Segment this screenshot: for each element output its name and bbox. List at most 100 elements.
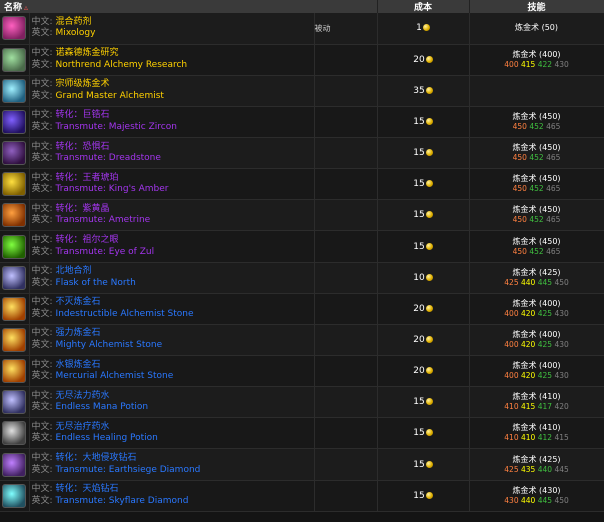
- recipe-cn-name[interactable]: 混合药剂: [56, 17, 92, 27]
- table-row[interactable]: 中文: 转化：紫黄晶 英文: Transmute: Ametrine 15 炼金术 (45…: [0, 199, 604, 232]
- recipe-cn-name[interactable]: 转化：恐惧石: [56, 142, 110, 152]
- alchemist-stone-icon[interactable]: [2, 359, 26, 384]
- skill-level-value: 465: [546, 153, 561, 163]
- row-names-cell: 中文: 无尽法力药水 英文: Endless Mana Potion: [29, 386, 315, 419]
- recipe-en-name[interactable]: Endless Healing Potion: [56, 433, 158, 443]
- skill-level-value: 465: [546, 246, 561, 256]
- row-icon-cell: [0, 293, 30, 325]
- cost-cell: 20: [377, 44, 470, 76]
- table-row[interactable]: 中文: 无尽治疗药水 英文: Endless Healing Potion 15 炼金术 …: [0, 417, 604, 450]
- skill-requirement: 炼金术 (410): [512, 423, 561, 433]
- skill-level-value: 400: [504, 308, 519, 318]
- recipe-cn-name[interactable]: 诺森德炼金研究: [56, 48, 119, 58]
- recipe-cn-name[interactable]: 转化：天焰钻石: [56, 484, 119, 494]
- recipe-table: 名称 ▵ 成本 技能 中文: 混合药剂 英文: Mixology 被动 1 炼金术 (50) 中…: [0, 0, 604, 512]
- table-row[interactable]: 中文: 转化：王者琥珀 英文: Transmute: King's Amber 15 炼金…: [0, 168, 604, 201]
- alchemist-stone-icon[interactable]: [2, 327, 26, 352]
- recipe-cn-name[interactable]: 转化：王者琥珀: [56, 173, 119, 183]
- skill-requirement: 炼金术 (450): [512, 174, 561, 184]
- skill-requirement: 炼金术 (450): [512, 143, 561, 153]
- recipe-en-name[interactable]: Transmute: Dreadstone: [56, 153, 161, 163]
- gold-coin-icon: [425, 117, 433, 125]
- gem-icon[interactable]: [2, 109, 26, 134]
- flask-icon[interactable]: [2, 265, 26, 290]
- recipe-type: 被动: [314, 13, 378, 45]
- recipe-en-name[interactable]: Flask of the North: [56, 278, 136, 288]
- recipe-cn-name[interactable]: 北地合剂: [56, 266, 92, 276]
- table-row[interactable]: 中文: 转化：天焰钻石 英文: Transmute: Skyflare Diamond…: [0, 480, 604, 512]
- cost-cell: 15: [377, 386, 470, 419]
- table-row[interactable]: 中文: 转化：巨锆石 英文: Transmute: Majestic Zircon 15…: [0, 106, 604, 139]
- recipe-en-name[interactable]: Transmute: Skyflare Diamond: [56, 496, 189, 506]
- mana-potion-icon[interactable]: [2, 390, 26, 415]
- recipe-en-name[interactable]: Mixology: [56, 28, 96, 38]
- en-name-line: 英文: Transmute: Skyflare Diamond: [32, 496, 314, 508]
- table-row[interactable]: 中文: 强力炼金石 英文: Mighty Alchemist Stone 20 炼金术 (…: [0, 324, 604, 357]
- recipe-en-name[interactable]: Transmute: Earthsiege Diamond: [56, 465, 201, 475]
- skill-cell: 炼金术 (410) 410 410 412 415: [469, 417, 604, 450]
- cn-name-line: 中文: 转化：天焰钻石: [32, 484, 314, 496]
- recipe-cn-name[interactable]: 强力炼金石: [56, 328, 101, 338]
- recipe-en-name[interactable]: Transmute: Eye of Zul: [56, 247, 155, 257]
- recipe-en-name[interactable]: Transmute: Ametrine: [56, 215, 151, 225]
- table-header-row: 名称 ▵ 成本 技能: [0, 0, 604, 13]
- recipe-cn-name[interactable]: 转化：巨锆石: [56, 110, 110, 120]
- recipe-cn-name[interactable]: 无尽治疗药水: [56, 422, 110, 432]
- recipe-en-name[interactable]: Mighty Alchemist Stone: [56, 340, 163, 350]
- skill-level-value: 425: [504, 464, 519, 474]
- recipe-en-name[interactable]: Transmute: King's Amber: [56, 184, 169, 194]
- recipe-cn-name[interactable]: 不灭炼金石: [56, 297, 101, 307]
- gem-icon[interactable]: [2, 141, 26, 166]
- cost-column-header[interactable]: 成本: [377, 0, 470, 13]
- recipe-en-name[interactable]: Endless Mana Potion: [56, 402, 149, 412]
- cn-prefix-label: 中文:: [31, 297, 53, 308]
- skill-column-header[interactable]: 技能: [469, 0, 604, 13]
- skill-level-value: 415: [521, 402, 536, 412]
- recipe-cn-name[interactable]: 转化：紫黄晶: [56, 204, 110, 214]
- skill-requirement: 炼金术 (450): [512, 205, 561, 215]
- gem-icon[interactable]: [2, 172, 26, 197]
- table-row[interactable]: 中文: 无尽法力药水 英文: Endless Mana Potion 15 炼金术 (41…: [0, 386, 604, 419]
- cn-name-line: 中文: 转化：王者琥珀: [32, 173, 314, 185]
- recipe-cn-name[interactable]: 水银炼金石: [56, 360, 101, 370]
- cost-value: 15: [413, 490, 425, 501]
- table-row[interactable]: 中文: 转化：恐惧石 英文: Transmute: Dreadstone 15 炼金术 (…: [0, 137, 604, 170]
- table-row[interactable]: 中文: 水银炼金石 英文: Mercurial Alchemist Stone 20 炼金…: [0, 355, 604, 388]
- name-column-header[interactable]: 名称 ▵: [0, 0, 378, 13]
- en-name-line: 英文: Northrend Alchemy Research: [32, 60, 314, 72]
- recipe-en-name[interactable]: Mercurial Alchemist Stone: [56, 371, 174, 381]
- skill-requirement: 炼金术 (450): [512, 111, 561, 121]
- recipe-en-name[interactable]: Northrend Alchemy Research: [56, 60, 188, 70]
- table-row[interactable]: 中文: 不灭炼金石 英文: Indestructible Alchemist Ston…: [0, 293, 604, 325]
- table-row[interactable]: 中文: 诺森德炼金研究英文: Northrend Alchemy Research 2…: [0, 44, 604, 76]
- table-row[interactable]: 中文: 转化：祖尔之眼 英文: Transmute: Eye of Zul 15 炼金术 …: [0, 230, 604, 263]
- cost-value: 15: [413, 116, 425, 127]
- alchemist-stone-icon[interactable]: [2, 296, 26, 321]
- recipe-en-name[interactable]: Indestructible Alchemist Stone: [56, 309, 194, 319]
- table-row[interactable]: 中文: 宗师级炼金术 英文: Grand Master Alchemist 35: [0, 75, 604, 107]
- recipe-cn-name[interactable]: 宗师级炼金术: [56, 79, 110, 89]
- mixology-icon[interactable]: [2, 16, 26, 41]
- cn-name-line: 中文: 北地合剂: [32, 266, 314, 278]
- table-row[interactable]: 中文: 北地合剂 英文: Flask of the North 10 炼金术 (425) 4…: [0, 262, 604, 294]
- healing-potion-icon[interactable]: [2, 421, 26, 446]
- potion-icon[interactable]: [2, 78, 26, 103]
- gem-icon[interactable]: [2, 234, 26, 259]
- row-names-cell: 中文: 不灭炼金石 英文: Indestructible Alchemist Ston…: [29, 293, 315, 325]
- cn-prefix-label: 中文:: [31, 48, 53, 59]
- recipe-cn-name[interactable]: 无尽法力药水: [56, 391, 110, 401]
- cn-prefix-label: 中文:: [31, 172, 53, 183]
- diamond-icon[interactable]: [2, 452, 26, 477]
- recipe-en-name[interactable]: Grand Master Alchemist: [56, 91, 164, 101]
- en-name-line: 英文: Transmute: Ametrine: [32, 215, 314, 227]
- table-row[interactable]: 中文: 转化：大地侵攻钻石 英文: Transmute: Earthsiege Dia…: [0, 448, 604, 481]
- gem-icon[interactable]: [2, 203, 26, 228]
- en-name-line: 英文: Flask of the North: [32, 278, 314, 290]
- diamond-icon[interactable]: [2, 483, 26, 508]
- table-row[interactable]: 中文: 混合药剂 英文: Mixology 被动 1 炼金术 (50): [0, 13, 604, 45]
- research-scroll-icon[interactable]: [2, 47, 26, 72]
- recipe-cn-name[interactable]: 转化：祖尔之眼: [56, 235, 119, 245]
- recipe-en-name[interactable]: Transmute: Majestic Zircon: [56, 122, 177, 132]
- cn-prefix-label: 中文:: [31, 266, 53, 277]
- recipe-cn-name[interactable]: 转化：大地侵攻钻石: [56, 453, 137, 463]
